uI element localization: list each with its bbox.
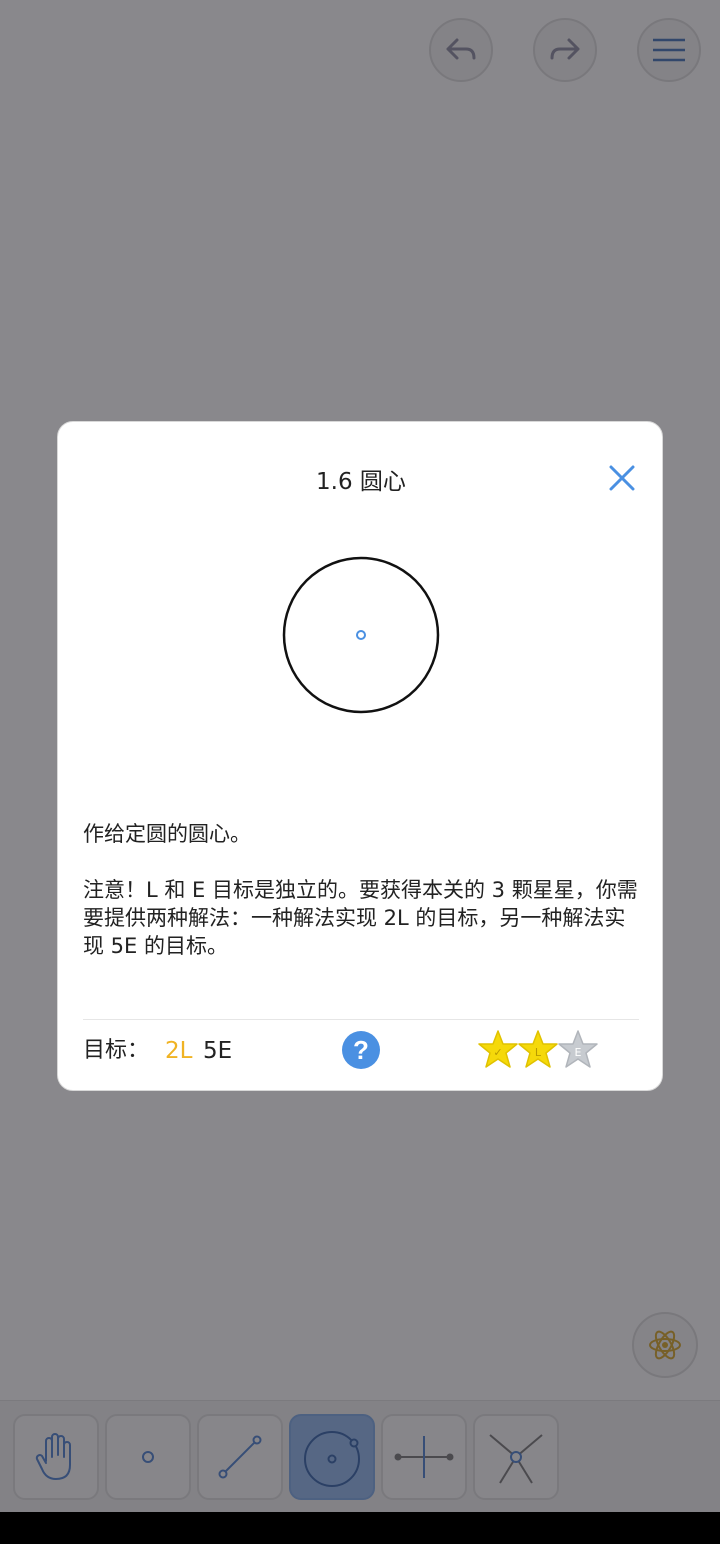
star-rating: ✓ L E xyxy=(478,1030,598,1068)
given-circle xyxy=(282,556,440,714)
divider xyxy=(83,1019,639,1020)
help-button[interactable]: ? xyxy=(342,1031,380,1069)
note-text: 注意！L 和 E 目标是独立的。要获得本关的 3 颗星星，你需要提供两种解法：一… xyxy=(83,878,638,958)
dialog-title: 1.6 圆心 xyxy=(316,469,406,495)
app-screen: 1.6 圆心 作给定圆的圆心。 注意！L 和 E 目标是独立的。要获得本关的 3… xyxy=(0,0,720,1544)
goal-e-value: 5E xyxy=(203,1038,233,1064)
center-point xyxy=(356,630,366,640)
description-text: 作给定圆的圆心。 xyxy=(83,822,251,846)
level-info-dialog: 1.6 圆心 作给定圆的圆心。 注意！L 和 E 目标是独立的。要获得本关的 3… xyxy=(57,421,663,1091)
help-icon: ? xyxy=(353,1034,369,1065)
close-button[interactable] xyxy=(606,462,638,494)
goal-label: 目标： xyxy=(83,1038,150,1063)
goal-l-value: 2L xyxy=(165,1038,193,1064)
level-preview-figure xyxy=(282,556,440,714)
close-icon xyxy=(609,465,635,491)
level-description: 作给定圆的圆心。 注意！L 和 E 目标是独立的。要获得本关的 3 颗星星，你需… xyxy=(83,820,643,960)
star-1-icon: ✓ xyxy=(478,1030,518,1068)
star-3-label: E xyxy=(575,1046,582,1059)
star-3-icon: E xyxy=(558,1030,598,1068)
star-2-icon: L xyxy=(518,1030,558,1068)
star-2-label: L xyxy=(535,1046,542,1059)
system-nav-bar xyxy=(0,1512,720,1544)
star-1-label: ✓ xyxy=(493,1046,502,1059)
